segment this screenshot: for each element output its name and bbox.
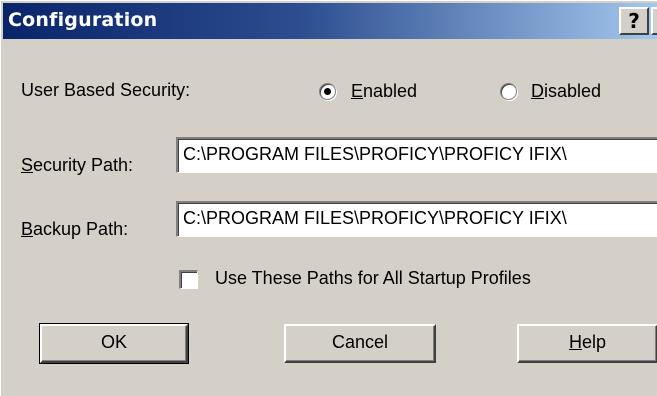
radio-enabled-label[interactable]: Enabled — [351, 81, 417, 102]
radio-disabled-circle[interactable] — [500, 83, 517, 100]
backup-path-label: Backup Path: — [21, 219, 129, 239]
radio-selected-dot — [324, 88, 331, 95]
backup-path-input[interactable]: C:\PROGRAM FILES\PROFICY\PROFICY IFIX\ — [176, 201, 657, 237]
title-bar[interactable]: Configuration ? X — [3, 3, 657, 39]
security-path-label: Security Path: — [21, 155, 134, 175]
security-path-input[interactable]: C:\PROGRAM FILES\PROFICY\PROFICY IFIX\ — [176, 137, 657, 173]
question-mark-icon: ? — [628, 9, 640, 33]
radio-enabled-circle[interactable] — [319, 83, 336, 100]
window-title: Configuration — [8, 9, 158, 31]
ok-button[interactable]: OK — [39, 323, 189, 364]
user-based-security-label: User Based Security: — [21, 80, 191, 100]
help-caption-button[interactable]: ? — [619, 7, 649, 35]
radio-disabled-label[interactable]: Disabled — [531, 81, 601, 102]
use-paths-checkbox[interactable] — [179, 270, 198, 289]
use-paths-checkbox-label[interactable]: Use These Paths for All Startup Profiles — [215, 268, 531, 289]
close-button[interactable]: X — [651, 7, 657, 35]
configuration-dialog: Configuration ? X User Based Security: E… — [0, 0, 657, 396]
cancel-button[interactable]: Cancel — [284, 324, 436, 363]
help-button[interactable]: Help — [517, 324, 657, 363]
